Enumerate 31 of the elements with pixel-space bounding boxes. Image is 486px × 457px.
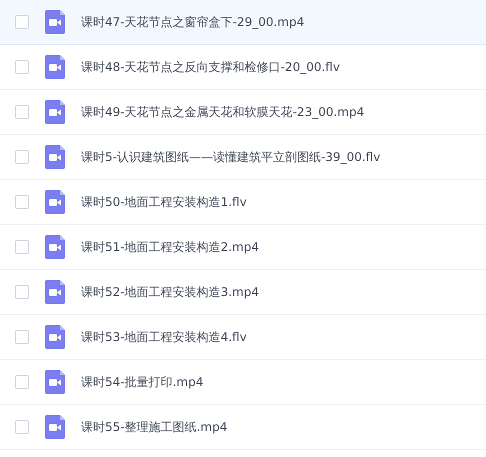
video-file-icon bbox=[45, 280, 65, 304]
file-name: 课时54-批量打印.mp4 bbox=[81, 374, 204, 390]
video-file-icon bbox=[45, 415, 65, 439]
file-name: 课时5-认识建筑图纸——读懂建筑平立剖图纸-39_00.flv bbox=[81, 148, 380, 166]
file-name: 课时52-地面工程安装构造3.mp4 bbox=[81, 284, 259, 300]
file-name: 课时47-天花节点之窗帘盒下-29_00.mp4 bbox=[81, 14, 304, 30]
video-file-icon bbox=[45, 55, 65, 79]
video-file-icon bbox=[45, 100, 65, 124]
file-name: 课时50-地面工程安装构造1.flv bbox=[81, 194, 247, 210]
file-name: 课时48-天花节点之反向支撑和检修口-20_00.flv bbox=[81, 58, 340, 76]
video-file-icon bbox=[45, 370, 65, 394]
video-file-icon bbox=[45, 145, 65, 169]
checkbox[interactable] bbox=[15, 240, 29, 254]
checkbox[interactable] bbox=[15, 15, 29, 29]
checkbox[interactable] bbox=[15, 60, 29, 74]
checkbox[interactable] bbox=[15, 105, 29, 119]
video-file-icon bbox=[45, 325, 65, 349]
file-name: 课时51-地面工程安装构造2.mp4 bbox=[81, 238, 259, 256]
checkbox[interactable] bbox=[15, 150, 29, 164]
checkbox[interactable] bbox=[15, 330, 29, 344]
file-row[interactable]: 课时47-天花节点之窗帘盒下-29_00.mp4 bbox=[0, 0, 486, 45]
file-name: 课时53-地面工程安装构造4.flv bbox=[81, 328, 247, 346]
checkbox[interactable] bbox=[15, 375, 29, 389]
checkbox[interactable] bbox=[15, 195, 29, 209]
video-file-icon bbox=[45, 10, 65, 34]
file-name: 课时49-天花节点之金属天花和软膜天花-23_00.mp4 bbox=[81, 104, 364, 120]
video-file-icon bbox=[45, 190, 65, 214]
file-name: 课时55-整理施工图纸.mp4 bbox=[81, 418, 228, 436]
checkbox[interactable] bbox=[15, 420, 29, 434]
checkbox[interactable] bbox=[15, 285, 29, 299]
video-file-icon bbox=[45, 235, 65, 259]
